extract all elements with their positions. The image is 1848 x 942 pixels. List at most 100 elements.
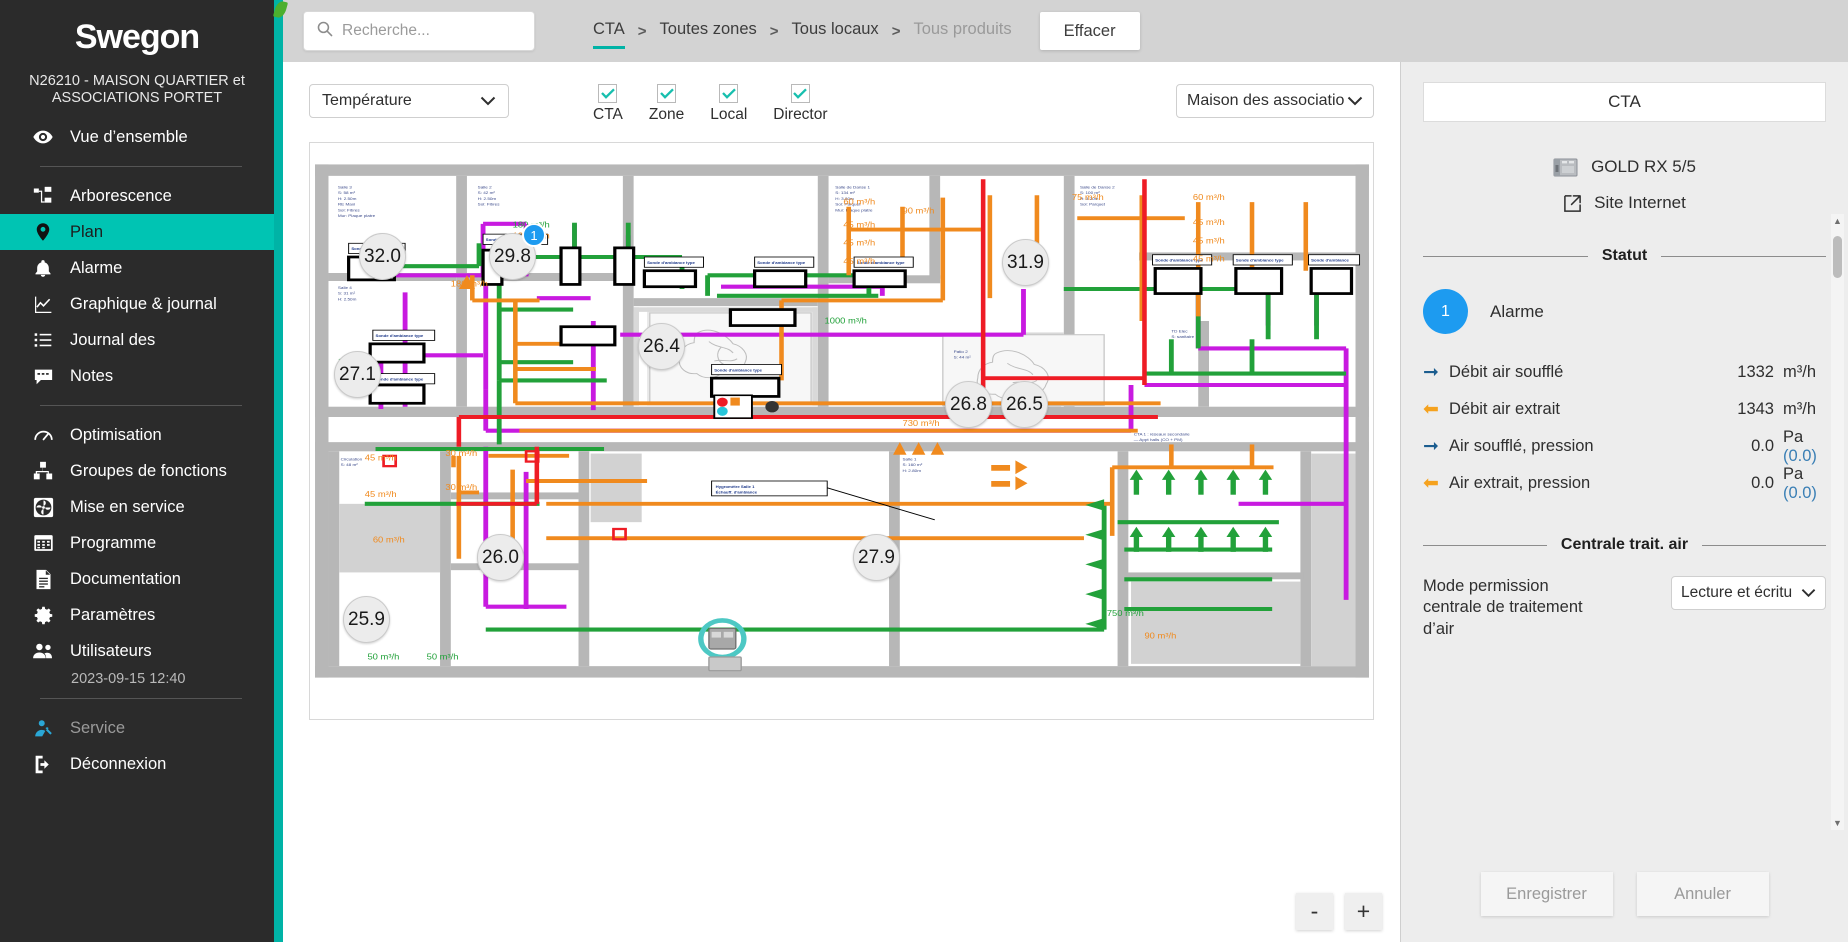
sidebar-item-label: Alarme (70, 259, 122, 278)
eye-icon (32, 126, 54, 148)
metric-select[interactable]: Température (309, 84, 509, 118)
svg-text:45 m³/h: 45 m³/h (365, 490, 397, 499)
svg-text:Patio 2: Patio 2 (954, 349, 969, 354)
map-pin-icon (32, 221, 54, 243)
marker-value: 27.1 (339, 364, 376, 386)
sidebar-item-arborescence[interactable]: Arborescence (0, 178, 274, 214)
scroll-down-icon[interactable]: ▼ (1833, 818, 1842, 828)
svg-text:TD Elec: TD Elec (1171, 329, 1187, 334)
bell-icon (32, 257, 54, 279)
sidebar-item-documentation[interactable]: Documentation (0, 561, 274, 597)
zoom-out-button[interactable]: - (1296, 893, 1333, 930)
checkbox-cta[interactable]: CTA (593, 84, 623, 124)
content-area: Température CTA Zone (283, 62, 1848, 942)
temperature-marker[interactable]: 26.5 (1001, 381, 1048, 428)
breadcrumb-item-toutes-zones[interactable]: Toutes zones (660, 20, 757, 43)
temperature-marker[interactable]: 25.9 (343, 596, 390, 643)
temperature-marker[interactable]: 26.4 (638, 323, 685, 370)
temperature-marker[interactable]: 27.1 (334, 351, 381, 398)
svg-text:30 m³/h: 30 m³/h (445, 483, 477, 492)
sidebar-item-mise-en-service[interactable]: Mise en service (0, 489, 274, 525)
checkbox-zone[interactable]: Zone (649, 84, 684, 124)
temperature-marker[interactable]: 27.9 (853, 534, 900, 581)
sidebar-item-groupes-de-fonctions[interactable]: Groupes de fonctions (0, 453, 274, 489)
stat-label: Air soufflé, pression (1449, 437, 1718, 456)
stat-label: Débit air extrait (1449, 400, 1718, 419)
marker-value: 26.4 (643, 336, 680, 358)
floorplan-canvas[interactable]: Salle 3S: 58 m²H: 2.50mRE MaxiSol: Fibre… (311, 161, 1373, 681)
sidebar-item-plan[interactable]: Plan (0, 214, 274, 250)
checkbox-local[interactable]: Local (710, 84, 747, 124)
sidebar-item-utilisateurs[interactable]: Utilisateurs (0, 633, 274, 669)
temperature-marker[interactable]: 26.0 (477, 534, 524, 581)
floorplan-frame[interactable]: Salle 3S: 58 m²H: 2.50mRE MaxiSol: Fibre… (309, 142, 1374, 720)
search-box[interactable] (303, 11, 535, 51)
svg-text:S: 42 m²: S: 42 m² (478, 190, 496, 195)
clear-button[interactable]: Effacer (1040, 12, 1140, 50)
svg-text:H: 2.50m: H: 2.50m (338, 196, 357, 201)
svg-text:45 m³/h: 45 m³/h (1193, 254, 1225, 263)
permission-mode-row: Mode permission centrale de traitement d… (1423, 576, 1826, 640)
sidebar-item-notes[interactable]: Notes (0, 358, 274, 394)
detail-panel-scrollbar[interactable]: ▲ ▼ (1831, 214, 1844, 830)
svg-text:75 m³/h: 75 m³/h (1072, 193, 1104, 202)
marker-value: 25.9 (348, 609, 385, 631)
sidebar-item-deconnexion[interactable]: Déconnexion (0, 746, 274, 782)
svg-text:S: 48 m²: S: 48 m² (341, 462, 359, 467)
sidebar-item-parametres[interactable]: Paramètres (0, 597, 274, 633)
alarm-count-badge: 1 (1423, 289, 1468, 334)
sidebar-item-optimisation[interactable]: Optimisation (0, 417, 274, 453)
alarm-badge[interactable]: 1 (522, 223, 546, 247)
save-button[interactable]: Enregistrer (1481, 872, 1613, 916)
search-input[interactable] (342, 22, 522, 40)
zoom-in-button[interactable]: + (1345, 893, 1382, 930)
sidebar-item-programme[interactable]: Programme (0, 525, 274, 561)
svg-text:Sonde d'ambiance type: Sonde d'ambiance type (1236, 258, 1285, 263)
chart-line-icon (32, 293, 54, 315)
sidebar-item-alarme[interactable]: Alarme (0, 250, 274, 286)
svg-text:Salle 2: Salle 2 (478, 185, 493, 190)
site-link-row[interactable]: Site Internet (1423, 193, 1826, 213)
temperature-marker[interactable]: 26.8 (945, 381, 992, 428)
layer-checkboxes: CTA Zone Local Director (593, 84, 828, 124)
service-worker-icon (32, 717, 54, 739)
svg-text:S: 58 m²: S: 58 m² (338, 190, 356, 195)
svg-text:Mur: Plaque platre: Mur: Plaque platre (338, 213, 376, 218)
permission-mode-select[interactable]: Lecture et écritu (1671, 576, 1826, 610)
status-heading-label: Statut (1602, 247, 1647, 265)
scroll-up-icon[interactable]: ▲ (1833, 216, 1842, 226)
temperature-marker[interactable]: 32.0 (359, 233, 406, 280)
cancel-button[interactable]: Annuler (1637, 872, 1769, 916)
svg-text:Salle de Danse 2: Salle de Danse 2 (1080, 185, 1115, 190)
checkbox-director[interactable]: Director (773, 84, 827, 124)
temperature-marker[interactable]: 31.9 (1002, 239, 1049, 286)
sidebar-item-label: Programme (70, 534, 156, 553)
breadcrumb-item-tous-produits[interactable]: Tous produits (913, 20, 1011, 43)
arrow-left-icon: ⬅ (1423, 400, 1449, 419)
divider-left (1423, 256, 1588, 257)
sidebar-item-journal-des[interactable]: Journal des (0, 322, 274, 358)
svg-text:Salle 3: Salle 3 (338, 185, 353, 190)
arrow-right-icon: ➞ (1423, 363, 1449, 382)
stat-value: 0.0 (1718, 474, 1774, 493)
svg-text:90 m³/h: 90 m³/h (902, 206, 934, 215)
scrollbar-thumb[interactable] (1833, 236, 1842, 278)
sidebar-item-vue-densemble[interactable]: Vue d’ensemble (0, 119, 274, 155)
sidebar-item-service[interactable]: Service (0, 710, 274, 746)
svg-text:45 m³/h: 45 m³/h (365, 453, 397, 462)
svg-text:60 m³/h: 60 m³/h (843, 197, 875, 206)
permission-mode-label: Mode permission centrale de traitement d… (1423, 576, 1609, 640)
sidebar-item-graphique-journal[interactable]: Graphique & journal (0, 286, 274, 322)
svg-text:730 m³/h: 730 m³/h (902, 419, 939, 428)
sidebar-item-label: Mise en service (70, 498, 185, 517)
top-bar: CTA > Toutes zones > Tous locaux > Tous … (283, 0, 1848, 62)
sidebar-item-label: Déconnexion (70, 755, 166, 774)
alarm-row[interactable]: 1 Alarme (1423, 289, 1826, 334)
stat-unit: Pa (0.0) (1774, 465, 1826, 503)
breadcrumb-item-tous-locaux[interactable]: Tous locaux (792, 20, 879, 43)
building-select[interactable]: Maison des associatio (1176, 84, 1374, 118)
breadcrumb-item-cta[interactable]: CTA (593, 20, 625, 43)
sidebar-item-label: Groupes de fonctions (70, 462, 227, 481)
status-stats: ➞ Débit air soufflé 1332 m³/h ⬅ Débit ai… (1423, 354, 1826, 502)
stat-value: 0.0 (1718, 437, 1774, 456)
